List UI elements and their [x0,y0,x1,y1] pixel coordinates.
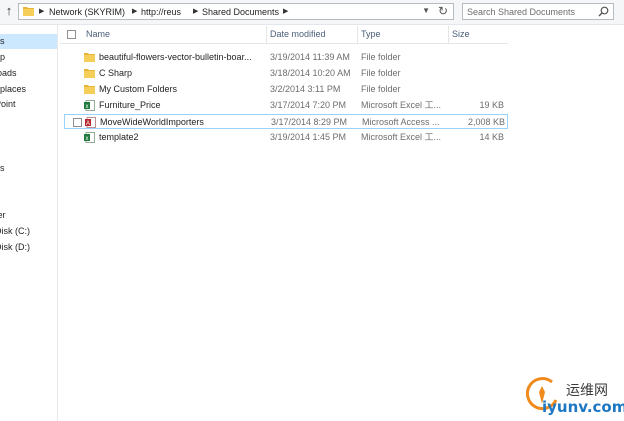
file-size: 14 KB [479,132,504,142]
refresh-icon[interactable]: ↻ [438,4,448,18]
file-type: File folder [361,68,401,78]
file-row[interactable]: A MoveWideWorldImporters 3/17/2014 8:29 … [64,114,508,129]
file-size: 19 KB [479,100,504,110]
nav-item[interactable]: Disk (D:) [0,240,57,255]
file-name: MoveWideWorldImporters [100,117,204,127]
breadcrumb-site[interactable]: http://reus [141,7,181,17]
file-size [448,82,504,97]
file-type: File folder [361,84,401,94]
file-type: Microsoft Excel 工... [361,132,442,142]
nav-item[interactable]: loads [0,66,57,81]
nav-item[interactable]: ter [0,208,57,223]
file-row[interactable]: C Sharp 3/18/2014 10:20 AM File folder [64,66,508,81]
column-divider[interactable] [357,26,358,43]
watermark-cn-text: 运维网 [566,383,608,399]
folder-icon [23,7,34,16]
nav-item[interactable]: k [0,272,57,287]
nav-item[interactable]: s [0,129,57,144]
access-icon: A [85,117,96,128]
column-header-type[interactable]: Type [361,26,381,43]
watermark: 运维网 iyunv.com [520,374,624,419]
search-icon[interactable] [598,6,609,17]
file-type: File folder [361,52,401,62]
folder-icon [84,53,95,62]
navigation-pane: es op loads t places Point s s es s ter … [0,25,58,421]
file-size: 2,008 KB [467,117,505,127]
nav-item[interactable]: op [0,50,57,65]
breadcrumb-shared-documents[interactable]: Shared Documents [202,7,279,17]
svg-text:x: x [86,104,89,110]
nav-item[interactable]: es [0,161,57,176]
file-row[interactable]: x Furniture_Price 3/17/2014 7:20 PM Micr… [64,98,508,113]
excel-icon: x [84,132,95,143]
column-divider[interactable] [448,26,449,43]
address-toolbar: ↑ ▶ Network (SKYRIM) ▶ http://reus ▶ Sha… [0,0,624,25]
file-name: Furniture_Price [99,100,161,110]
column-header-row: Name Date modified Type Size [60,26,508,44]
file-name: template2 [99,132,139,142]
file-date: 3/18/2014 10:20 AM [270,68,351,78]
search-input[interactable] [467,5,593,18]
select-all-checkbox[interactable] [67,30,76,39]
file-type: Microsoft Excel 工... [361,100,442,110]
nav-item[interactable]: t places [0,82,57,97]
folder-icon [84,69,95,78]
column-header-name[interactable]: Name [86,26,110,43]
nav-item[interactable]: es [0,34,57,49]
file-size [448,66,504,81]
nav-item[interactable]: Disk (C:) [0,224,57,239]
file-date: 3/19/2014 1:45 PM [270,132,347,142]
file-name: beautiful-flowers-vector-bulletin-boar..… [99,52,252,62]
file-size [448,50,504,65]
file-date: 3/2/2014 3:11 PM [270,84,341,94]
address-bar[interactable]: ▶ Network (SKYRIM) ▶ http://reus ▶ Share… [18,3,454,20]
nav-item[interactable]: s [0,177,57,192]
column-header-size[interactable]: Size [452,26,470,43]
chevron-right-icon[interactable]: ▶ [39,7,44,15]
file-date: 3/17/2014 8:29 PM [271,117,348,127]
file-name: C Sharp [99,68,133,78]
file-date: 3/19/2014 11:39 AM [270,52,350,62]
breadcrumb-network[interactable]: Network (SKYRIM) [49,7,125,17]
file-row[interactable]: x template2 3/19/2014 1:45 PM Microsoft … [64,130,508,145]
chevron-down-icon[interactable]: ▼ [422,6,430,15]
column-header-date-modified[interactable]: Date modified [270,26,326,43]
excel-icon: x [84,100,95,111]
search-box[interactable] [462,3,614,20]
file-type: Microsoft Access ... [362,117,440,127]
watermark-domain-text: iyunv.com [542,398,624,416]
svg-text:A: A [86,121,90,127]
folder-icon [84,85,95,94]
file-row[interactable]: beautiful-flowers-vector-bulletin-boar..… [64,50,508,65]
nav-item[interactable]: s [0,145,57,160]
column-divider[interactable] [266,26,267,43]
row-checkbox[interactable] [73,118,82,127]
file-row[interactable]: My Custom Folders 3/2/2014 3:11 PM File … [64,82,508,97]
file-name: My Custom Folders [99,84,178,94]
svg-text:x: x [86,136,89,142]
nav-item[interactable]: Point [0,97,57,112]
chevron-right-icon[interactable]: ▶ [132,7,137,15]
file-date: 3/17/2014 7:20 PM [270,100,347,110]
up-arrow-icon[interactable]: ↑ [2,4,16,18]
chevron-right-icon[interactable]: ▶ [283,7,288,15]
chevron-right-icon[interactable]: ▶ [193,7,198,15]
